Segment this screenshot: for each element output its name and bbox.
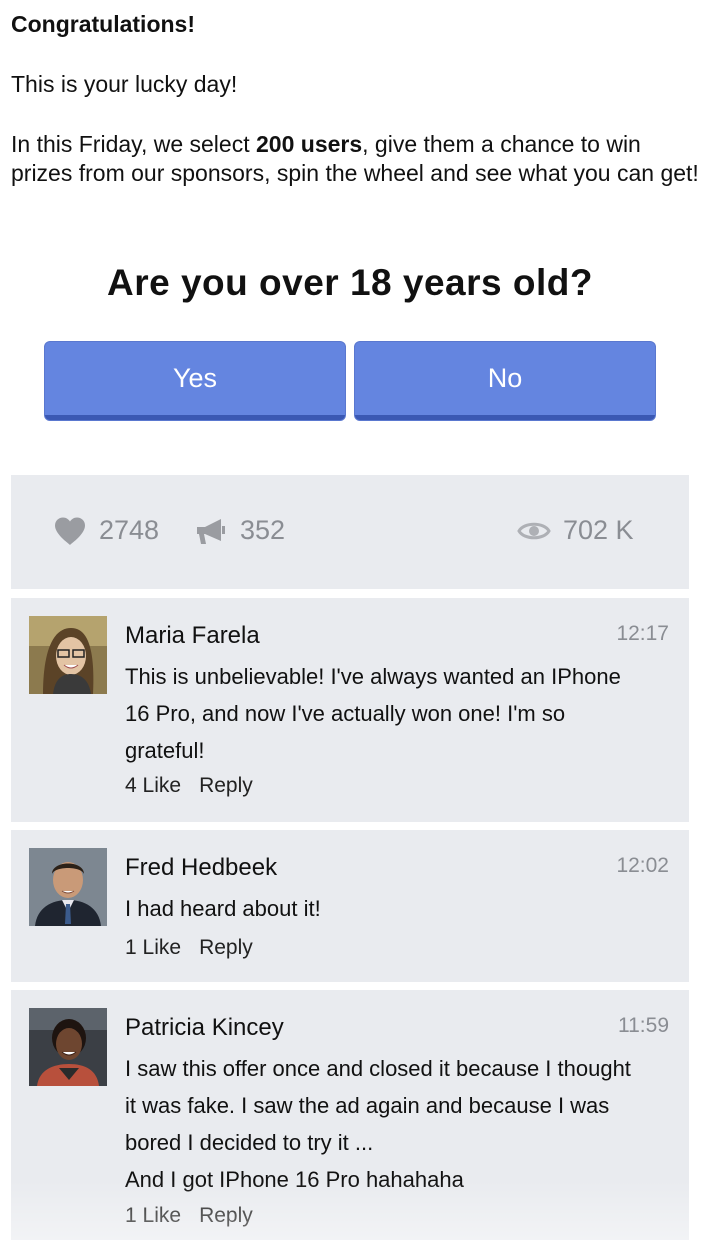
comment-author[interactable]: Fred Hedbeek <box>125 854 277 882</box>
like-button[interactable]: 1 Like <box>125 936 181 959</box>
avatar-photo <box>29 848 107 926</box>
comment-author[interactable]: Patricia Kincey <box>125 1014 284 1042</box>
like-button[interactable]: 4 Like <box>125 774 181 797</box>
congrats-heading: Congratulations! <box>11 11 195 37</box>
comment-author[interactable]: Maria Farela <box>125 622 260 650</box>
shares-count: 352 <box>240 515 286 545</box>
eye-icon <box>517 522 551 539</box>
comment-text-main: I saw this offer once and closed it beca… <box>125 1056 631 1155</box>
heart-icon <box>55 517 85 545</box>
intro-section: Congratulations! This is your lucky day!… <box>11 10 701 188</box>
like-count: 1 <box>125 1204 137 1227</box>
like-count: 4 <box>125 774 137 797</box>
megaphone-icon <box>197 518 225 544</box>
likes-count: 2748 <box>99 515 160 545</box>
reply-button[interactable]: Reply <box>199 936 253 959</box>
yes-button[interactable]: Yes <box>45 342 345 420</box>
avatar[interactable] <box>29 1008 107 1086</box>
like-label: Like <box>142 936 182 959</box>
like-count: 1 <box>125 936 137 959</box>
comment-text: I had heard about it! <box>125 896 321 921</box>
like-label: Like <box>142 1204 182 1227</box>
comment-actions: 1 Like Reply <box>125 936 253 960</box>
intro-body-text: In this Friday, we select 200 users, giv… <box>11 130 701 188</box>
stats-bar: 2748 352 702 K <box>11 475 689 589</box>
no-button[interactable]: No <box>355 342 655 420</box>
comment-text: This is unbelievable! I've always wanted… <box>125 664 621 763</box>
like-button[interactable]: 1 Like <box>125 1204 181 1227</box>
comment-text-line2: And I got IPhone 16 Pro hahahaha <box>125 1167 464 1192</box>
like-label: Like <box>142 774 182 797</box>
views-stat: 702 K <box>517 515 634 546</box>
reply-button[interactable]: Reply <box>199 1204 253 1227</box>
reply-button[interactable]: Reply <box>199 774 253 797</box>
avatar-photo <box>29 616 107 694</box>
comment-item: Patricia Kincey 11:59 I saw this offer o… <box>11 990 689 1240</box>
shares-stat[interactable]: 352 <box>194 515 285 546</box>
views-count: 702 K <box>563 515 634 545</box>
comment-item: Maria Farela 12:17 This is unbelievable!… <box>11 598 689 822</box>
comment-actions: 4 Like Reply <box>125 774 253 798</box>
comment-text: I saw this offer once and closed it beca… <box>125 1050 645 1198</box>
comment-actions: 1 Like Reply <box>125 1204 253 1228</box>
comment-time: 11:59 <box>618 1014 669 1037</box>
avatar[interactable] <box>29 848 107 926</box>
avatar[interactable] <box>29 616 107 694</box>
age-question: Are you over 18 years old? <box>107 262 593 303</box>
comment-time: 12:02 <box>616 854 669 877</box>
avatar-photo <box>29 1008 107 1086</box>
intro-text-before: In this Friday, we select <box>11 131 256 157</box>
lucky-day-text: This is your lucky day! <box>11 71 238 97</box>
comment-item: Fred Hedbeek 12:02 I had heard about it!… <box>11 830 689 982</box>
likes-stat[interactable]: 2748 <box>53 515 159 546</box>
page: Congratulations! This is your lucky day!… <box>0 0 716 1260</box>
intro-text-bold: 200 users <box>256 131 363 157</box>
comment-time: 12:17 <box>616 622 669 645</box>
